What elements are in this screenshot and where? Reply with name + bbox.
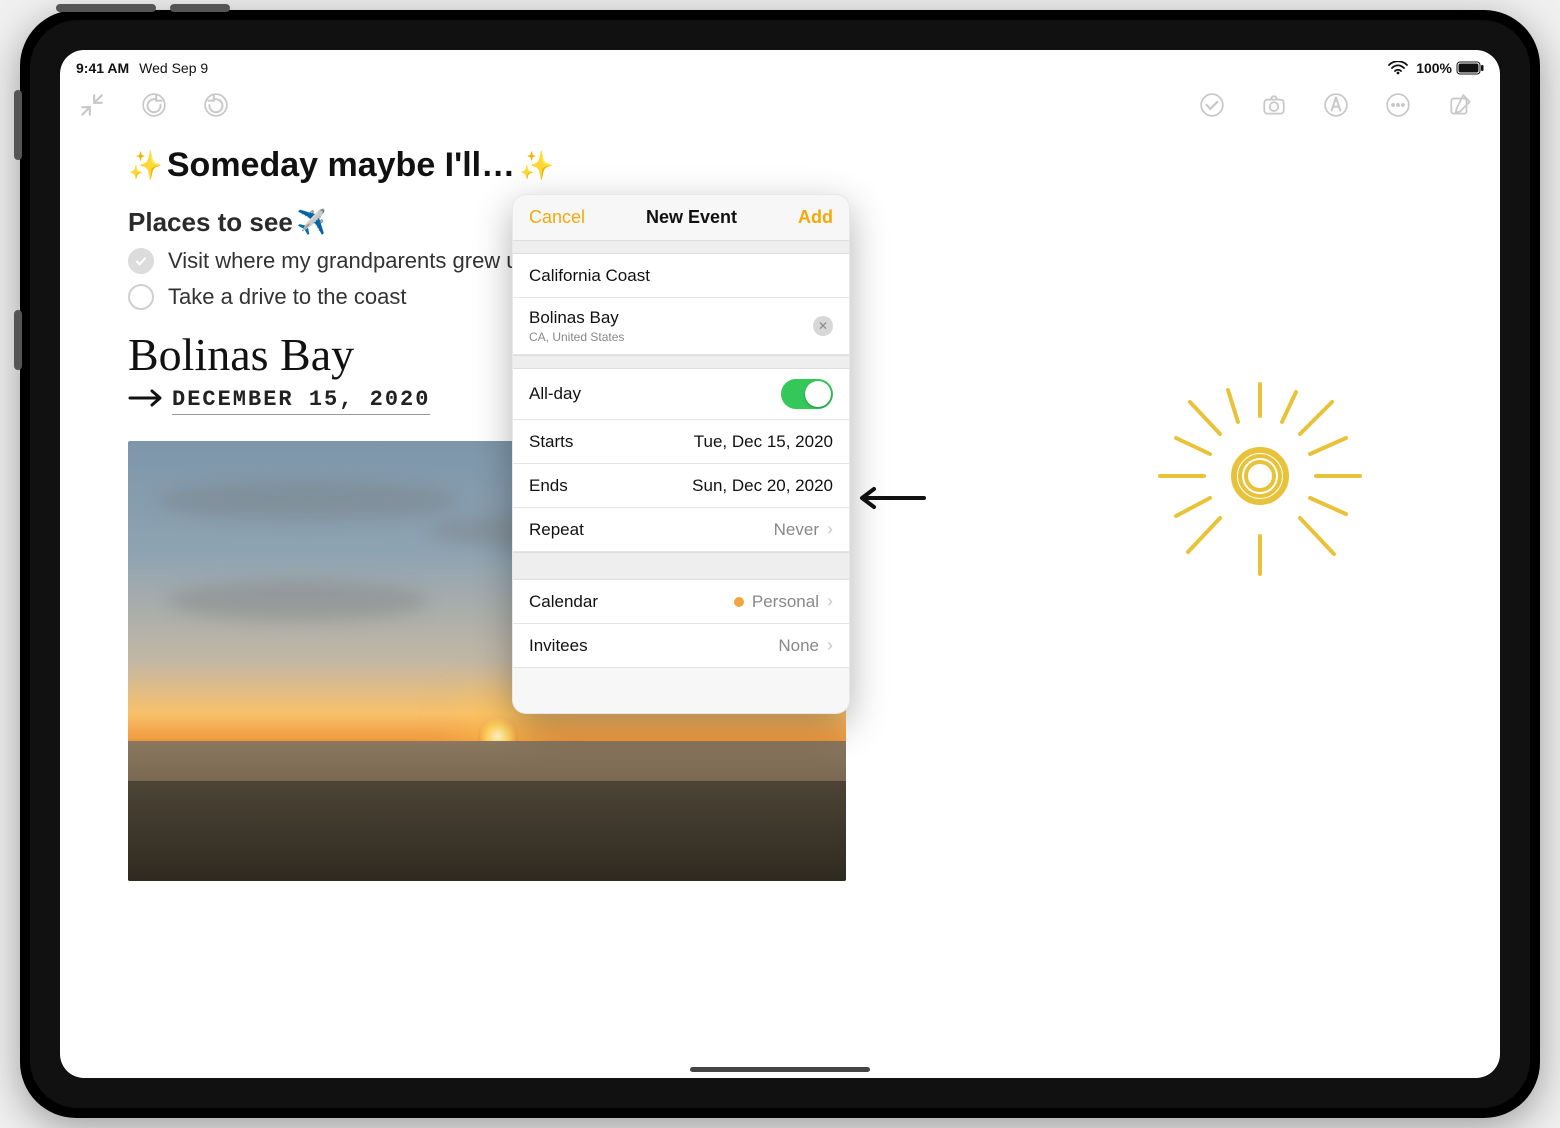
add-button[interactable]: Add [798,207,833,228]
allday-row[interactable]: All-day [513,369,849,420]
starts-row[interactable]: Starts Tue, Dec 15, 2020 [513,420,849,464]
note-title: ✨ Someday maybe I'll… ✨ [128,146,1432,185]
starts-label: Starts [529,432,573,452]
screen: 9:41 AM Wed Sep 9 100% [60,50,1500,1078]
event-location-sub: CA, United States [529,330,624,344]
clear-location-icon[interactable]: ✕ [813,316,833,336]
repeat-row[interactable]: Repeat Never › [513,508,849,552]
hardware-button [56,4,156,12]
home-indicator[interactable] [690,1067,870,1072]
event-location-value: Bolinas Bay [529,308,624,328]
repeat-value: Never [774,520,819,540]
calendar-row[interactable]: Calendar Personal › [513,580,849,624]
hardware-button [14,90,22,160]
cancel-button[interactable]: Cancel [529,207,585,228]
calendar-label: Calendar [529,592,598,612]
repeat-label: Repeat [529,520,584,540]
section-heading-text: Places to see [128,207,293,238]
checklist-item-label: Visit where my grandparents grew up [168,248,531,274]
collapse-icon[interactable] [78,91,106,119]
invitees-value: None [778,636,819,656]
handwritten-date: DECEMBER 15, 2020 [172,387,430,415]
starts-value: Tue, Dec 15, 2020 [694,432,833,452]
status-time: 9:41 AM [76,60,129,76]
checklist-icon[interactable] [1198,91,1226,119]
sparkle-icon: ✨ [128,149,163,182]
undo-icon[interactable] [140,91,168,119]
checkbox-checked-icon[interactable] [128,248,154,274]
chevron-right-icon: › [827,591,833,612]
markup-icon[interactable] [1322,91,1350,119]
redo-icon[interactable] [202,91,230,119]
status-date: Wed Sep 9 [139,60,208,76]
sun-sketch-icon [1120,366,1380,606]
note-title-text: Someday maybe I'll… [167,146,515,185]
battery-icon [1456,61,1484,75]
new-event-popover: Cancel New Event Add California Coast Bo… [512,194,850,714]
sparkle-icon: ✨ [519,149,554,182]
event-location-field[interactable]: Bolinas Bay CA, United States ✕ [513,298,849,355]
chevron-right-icon: › [827,519,833,540]
calendar-color-dot-icon [734,597,744,607]
compose-icon[interactable] [1446,91,1474,119]
event-title-value: California Coast [529,266,650,286]
more-icon[interactable] [1384,91,1412,119]
ipad-frame: 9:41 AM Wed Sep 9 100% [20,10,1540,1118]
hardware-button [170,4,230,12]
arrow-left-sketch-icon [856,486,926,515]
invitees-label: Invitees [529,636,588,656]
battery-percent: 100% [1416,60,1452,76]
arrow-right-icon [128,388,164,415]
camera-icon[interactable] [1260,91,1288,119]
invitees-row[interactable]: Invitees None › [513,624,849,668]
ends-label: Ends [529,476,568,496]
allday-toggle[interactable] [781,379,833,409]
status-bar: 9:41 AM Wed Sep 9 100% [60,50,1500,80]
chevron-right-icon: › [827,635,833,656]
hardware-button [14,310,22,370]
checklist-item-label: Take a drive to the coast [168,284,406,310]
popover-title: New Event [646,207,737,228]
wifi-icon [1388,61,1408,75]
checkbox-unchecked-icon[interactable] [128,284,154,310]
event-title-field[interactable]: California Coast [513,254,849,298]
ends-row[interactable]: Ends Sun, Dec 20, 2020 [513,464,849,508]
allday-label: All-day [529,384,581,404]
toolbar [60,80,1500,126]
ends-value: Sun, Dec 20, 2020 [692,476,833,496]
calendar-value: Personal [752,592,819,612]
airplane-icon: ✈️ [297,208,327,237]
